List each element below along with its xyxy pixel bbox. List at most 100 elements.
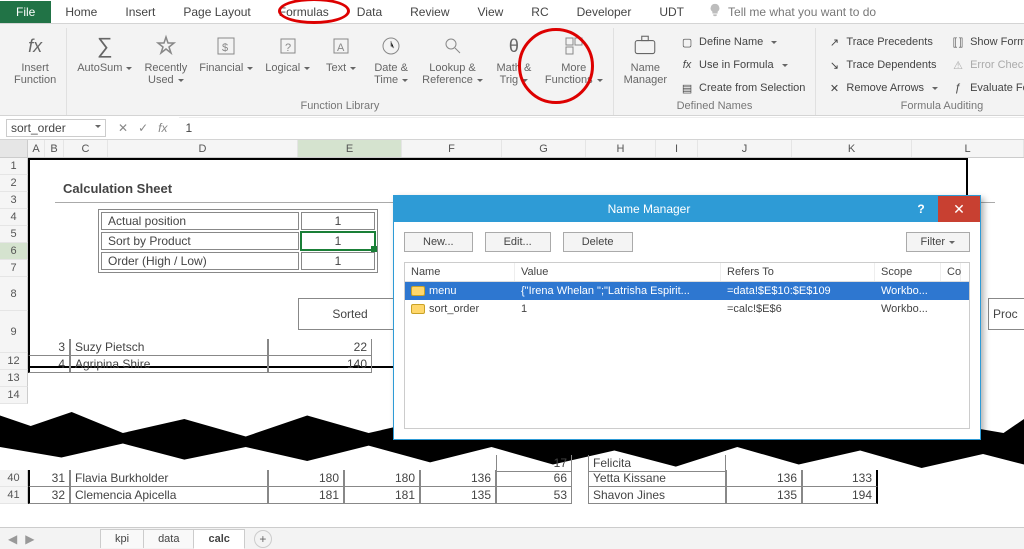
cell-idx[interactable]: 31 bbox=[28, 470, 70, 487]
help-button[interactable]: ? bbox=[904, 202, 938, 216]
cell-name[interactable]: Suzy Pietsch bbox=[70, 339, 268, 356]
tab-home[interactable]: Home bbox=[51, 1, 111, 23]
row-7[interactable]: 7 bbox=[0, 260, 28, 277]
cell-name[interactable]: Clemencia Apicella bbox=[70, 487, 268, 504]
cell-name[interactable]: Agripina Shire bbox=[70, 356, 268, 373]
more-functions-button[interactable]: More Functions bbox=[541, 30, 607, 88]
col-L[interactable]: L bbox=[912, 140, 1024, 157]
cell[interactable]: 133 bbox=[802, 470, 878, 487]
col-J[interactable]: J bbox=[698, 140, 792, 157]
filter-button[interactable]: Filter bbox=[906, 232, 970, 252]
cell[interactable]: 181 bbox=[344, 487, 420, 504]
col-B[interactable]: B bbox=[45, 140, 64, 157]
use-in-formula-button[interactable]: fxUse in Formula bbox=[675, 55, 809, 75]
lookup-button[interactable]: Lookup & Reference bbox=[418, 30, 487, 88]
tab-formulas[interactable]: Formulas bbox=[265, 1, 343, 23]
cancel-formula-icon[interactable]: ✕ bbox=[118, 121, 128, 135]
list-item[interactable]: sort_order 1 =calc!$E$6 Workbo... bbox=[405, 300, 969, 318]
row-12[interactable]: 12 bbox=[0, 353, 28, 370]
sheet-tab-data[interactable]: data bbox=[143, 529, 194, 548]
col-value[interactable]: Value bbox=[515, 263, 721, 281]
cell-sorted[interactable]: 140 bbox=[268, 356, 372, 373]
col-A[interactable]: A bbox=[28, 140, 45, 157]
formula-input[interactable]: 1 bbox=[179, 117, 1024, 138]
delete-button[interactable]: Delete bbox=[563, 232, 633, 252]
name-box[interactable]: sort_order bbox=[6, 119, 106, 137]
tab-page-layout[interactable]: Page Layout bbox=[169, 1, 264, 23]
remove-arrows-button[interactable]: ✕Remove Arrows bbox=[822, 78, 942, 98]
create-from-selection-button[interactable]: ▤Create from Selection bbox=[675, 78, 809, 98]
insert-function-button[interactable]: fx Insert Function bbox=[10, 30, 60, 88]
financial-button[interactable]: $Financial bbox=[195, 30, 257, 76]
val-sort-by-product[interactable]: 1 bbox=[301, 232, 375, 250]
show-formulas-button[interactable]: ⟦⟧Show Formulas bbox=[946, 32, 1024, 52]
cell[interactable]: 136 bbox=[726, 470, 802, 487]
next-sheet-icon[interactable]: ▶ bbox=[25, 532, 34, 546]
tab-review[interactable]: Review bbox=[396, 1, 463, 23]
row-13[interactable]: 13 bbox=[0, 370, 28, 387]
row-4[interactable]: 4 bbox=[0, 209, 28, 226]
col-name[interactable]: Name bbox=[405, 263, 515, 281]
autosum-button[interactable]: ∑AutoSum bbox=[73, 30, 136, 76]
add-sheet-button[interactable]: + bbox=[254, 530, 272, 548]
sheet-nav[interactable]: ◀▶ bbox=[8, 532, 34, 546]
name-manager-button[interactable]: Name Manager bbox=[620, 30, 671, 88]
row-9[interactable]: 9 bbox=[0, 311, 28, 353]
datetime-button[interactable]: Date & Time bbox=[368, 30, 414, 88]
tell-me-search[interactable]: Tell me what you want to do bbox=[708, 3, 876, 20]
cell[interactable]: 135 bbox=[420, 487, 496, 504]
evaluate-formula-button[interactable]: ƒEvaluate Formula bbox=[946, 78, 1024, 98]
list-item[interactable]: menu {"Irena Whelan ";"Latrisha Espirit.… bbox=[405, 282, 969, 300]
row-41[interactable]: 41 bbox=[0, 487, 28, 504]
col-G[interactable]: G bbox=[502, 140, 586, 157]
recently-used-button[interactable]: Recently Used bbox=[140, 30, 191, 88]
row-2[interactable]: 2 bbox=[0, 175, 28, 192]
col-E[interactable]: E bbox=[298, 140, 402, 157]
cell[interactable]: 135 bbox=[726, 487, 802, 504]
tab-file[interactable]: File bbox=[0, 1, 51, 23]
cell-name2[interactable]: Yetta Kissane bbox=[588, 470, 726, 487]
val-actual-position[interactable]: 1 bbox=[301, 212, 375, 230]
row-8[interactable]: 8 bbox=[0, 277, 28, 311]
cell-name[interactable]: Flavia Burkholder bbox=[70, 470, 268, 487]
define-name-button[interactable]: ▢Define Name bbox=[675, 32, 809, 52]
sheet-tab-calc[interactable]: calc bbox=[193, 529, 244, 549]
tab-developer[interactable]: Developer bbox=[563, 1, 646, 23]
row-6[interactable]: 6 bbox=[0, 243, 28, 260]
dialog-titlebar[interactable]: Name Manager ? ✕ bbox=[394, 196, 980, 222]
row-1[interactable]: 1 bbox=[0, 158, 28, 175]
col-C[interactable]: C bbox=[64, 140, 108, 157]
cell-idx[interactable]: 4 bbox=[28, 356, 70, 373]
close-button[interactable]: ✕ bbox=[938, 196, 980, 222]
edit-button[interactable]: Edit... bbox=[485, 232, 551, 252]
prev-sheet-icon[interactable]: ◀ bbox=[8, 532, 17, 546]
col-F[interactable]: F bbox=[402, 140, 502, 157]
cell[interactable]: 180 bbox=[268, 470, 344, 487]
val-order[interactable]: 1 bbox=[301, 252, 375, 270]
tab-rc[interactable]: RC bbox=[517, 1, 562, 23]
cell-sorted[interactable]: 22 bbox=[268, 339, 372, 356]
col-comment[interactable]: Co bbox=[941, 263, 961, 281]
col-K[interactable]: K bbox=[792, 140, 912, 157]
trace-dependents-button[interactable]: ↘Trace Dependents bbox=[822, 55, 942, 75]
cell-idx[interactable]: 3 bbox=[28, 339, 70, 356]
logical-button[interactable]: ?Logical bbox=[261, 30, 314, 76]
cell-name2[interactable]: Shavon Jines bbox=[588, 487, 726, 504]
col-scope[interactable]: Scope bbox=[875, 263, 941, 281]
trace-precedents-button[interactable]: ↗Trace Precedents bbox=[822, 32, 942, 52]
tab-data[interactable]: Data bbox=[343, 1, 396, 23]
math-button[interactable]: θMath & Trig bbox=[491, 30, 537, 88]
cell[interactable]: 66 bbox=[496, 470, 572, 487]
error-checking-button[interactable]: ⚠Error Checking bbox=[946, 55, 1024, 75]
cell[interactable]: 136 bbox=[420, 470, 496, 487]
cell[interactable]: 180 bbox=[344, 470, 420, 487]
tab-view[interactable]: View bbox=[464, 1, 518, 23]
cell[interactable]: 53 bbox=[496, 487, 572, 504]
sheet-tab-kpi[interactable]: kpi bbox=[100, 529, 144, 548]
row-5[interactable]: 5 bbox=[0, 226, 28, 243]
row-40[interactable]: 40 bbox=[0, 470, 28, 487]
tab-insert[interactable]: Insert bbox=[111, 1, 169, 23]
tab-udt[interactable]: UDT bbox=[645, 1, 698, 23]
accept-formula-icon[interactable]: ✓ bbox=[138, 121, 148, 135]
fx-button[interactable]: fx bbox=[158, 121, 167, 135]
